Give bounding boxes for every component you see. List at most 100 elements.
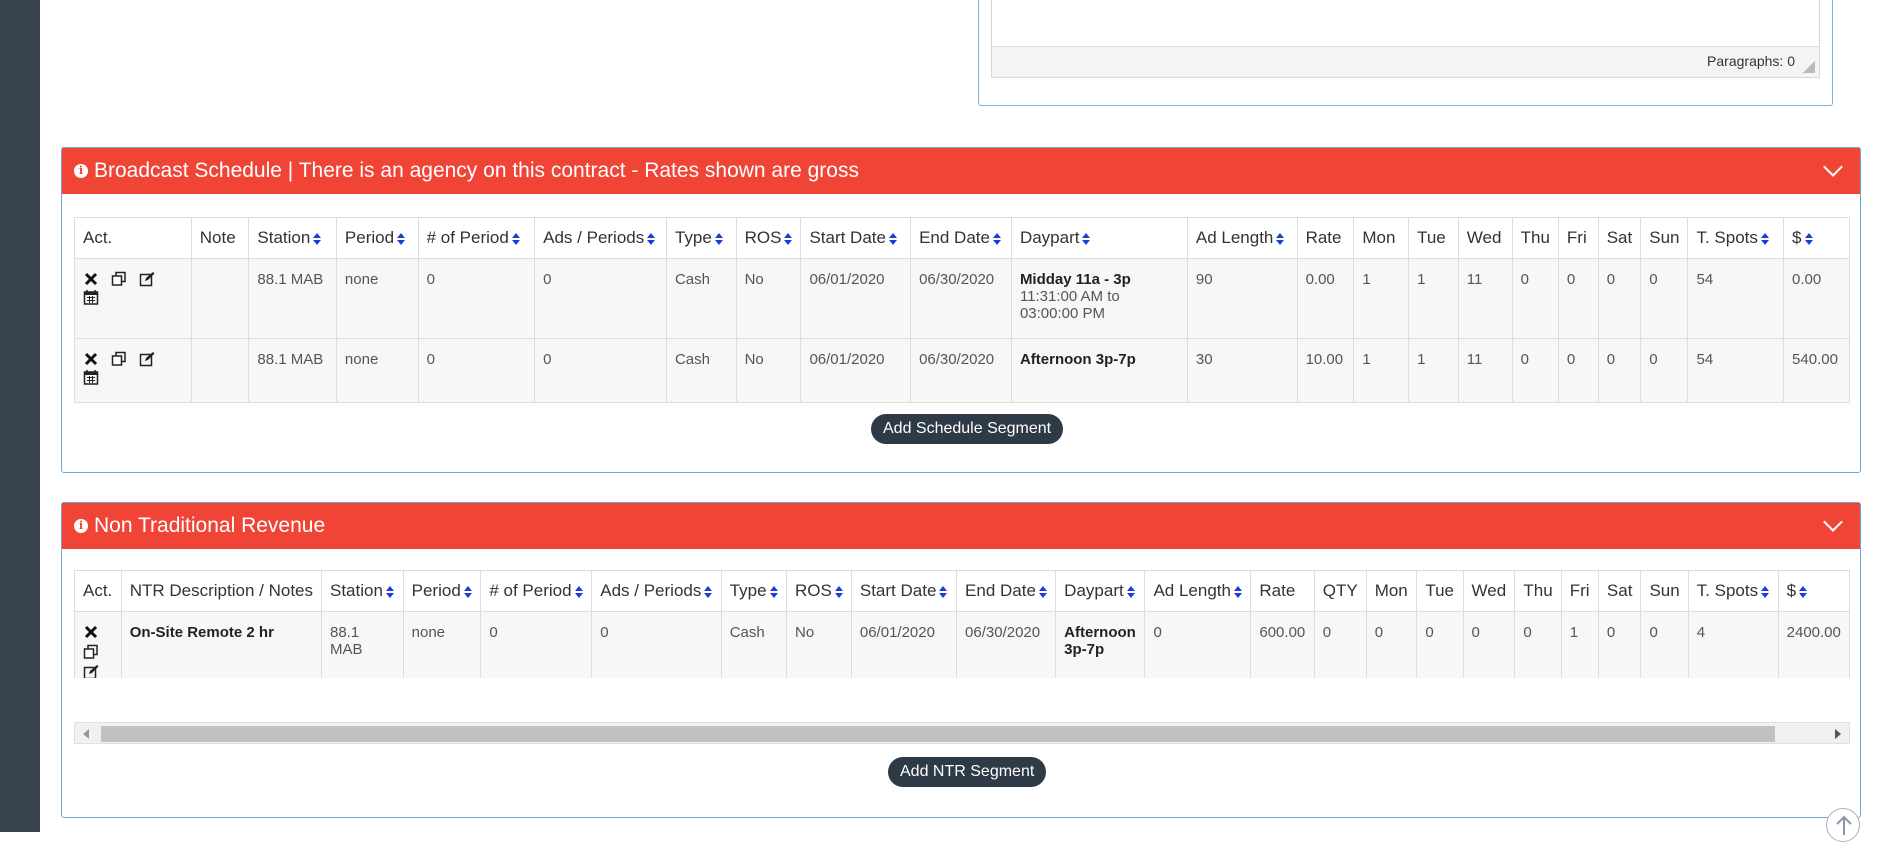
chevron-down-icon[interactable] [1823,512,1843,532]
scroll-right-icon[interactable] [1835,729,1841,739]
sort-icon[interactable] [992,232,1001,245]
edit-icon[interactable] [139,271,155,287]
times-icon[interactable] [83,351,99,367]
scrollbar-thumb[interactable] [101,726,1775,742]
sort-icon[interactable] [1276,232,1285,245]
col-header-type[interactable]: Type [720,570,788,612]
broadcast-table-wrap: Act. Note Station Period # of Period Ads… [74,217,1850,403]
cell-thu: 0 [1514,611,1562,678]
edit-icon[interactable] [83,664,99,678]
cell-sun: 0 [1640,338,1689,403]
col-header-period[interactable]: Period [402,570,482,612]
ntr-header[interactable]: i Non Traditional Revenue [62,503,1860,549]
col-header-ads-periods[interactable]: Ads / Periods [591,570,722,612]
sort-icon[interactable] [511,232,520,245]
sort-icon[interactable] [888,232,897,245]
col-header-amount[interactable]: $ [1777,570,1850,612]
sort-icon[interactable] [939,585,948,598]
col-header-t-spots[interactable]: T. Spots [1687,570,1779,612]
ntr-panel: i Non Traditional Revenue Act. NTR Descr… [61,502,1861,818]
col-header-num-period[interactable]: # of Period [480,570,593,612]
cell-thu: 0 [1511,338,1559,403]
col-header-amount[interactable]: $ [1783,217,1850,259]
add-schedule-segment-button[interactable]: Add Schedule Segment [871,414,1064,444]
sort-icon[interactable] [385,585,394,598]
sort-icon[interactable] [1760,232,1769,245]
col-header-ros[interactable]: ROS [735,217,802,259]
col-header-station[interactable]: Station [321,570,404,612]
sort-icon[interactable] [1804,232,1813,245]
broadcast-schedule-header[interactable]: i Broadcast Schedule | There is an agenc… [62,148,1860,194]
sort-icon[interactable] [1233,585,1242,598]
paragraph-count: Paragraphs: 0 [1707,53,1795,69]
sort-icon[interactable] [704,585,713,598]
edit-icon[interactable] [139,351,155,367]
sort-icon[interactable] [397,232,406,245]
copy-icon[interactable] [111,351,127,367]
col-header-station[interactable]: Station [248,217,337,259]
times-icon[interactable] [83,624,99,640]
left-sidebar [0,0,40,832]
sort-icon[interactable] [784,232,793,245]
editor-content-area[interactable]: Paragraphs: 0 [991,0,1820,78]
cell-sat: 0 [1597,611,1642,678]
cell-description: On-Site Remote 2 hr [120,611,323,678]
col-header-end-date[interactable]: End Date [910,217,1012,259]
col-header-tue: Tue [1408,217,1459,259]
col-header-type[interactable]: Type [665,217,737,259]
times-icon[interactable] [83,271,99,287]
col-header-wed: Wed [1457,217,1513,259]
cell-sun: 0 [1640,258,1689,339]
cell-ad-length: 30 [1186,338,1298,403]
cell-end-date: 06/30/2020 [956,611,1057,678]
cell-ads-periods: 0 [591,611,722,678]
sort-icon[interactable] [647,232,656,245]
calendar-icon[interactable] [83,369,99,385]
cell-station: 88.1 MAB [321,611,404,678]
cell-end-date: 06/30/2020 [910,338,1012,403]
col-header-end-date[interactable]: End Date [956,570,1057,612]
col-header-ad-length[interactable]: Ad Length [1144,570,1252,612]
sort-icon[interactable] [1038,585,1047,598]
sort-icon[interactable] [1761,585,1770,598]
col-header-ad-length[interactable]: Ad Length [1186,217,1298,259]
sort-icon[interactable] [313,232,322,245]
table-row: 88.1 MAB none 0 0 Cash No 06/01/2020 06/… [74,338,1850,403]
table-row: On-Site Remote 2 hr 88.1 MAB none 0 0 Ca… [74,611,1850,678]
col-header-t-spots[interactable]: T. Spots [1687,217,1785,259]
sort-icon[interactable] [574,585,583,598]
cell-mon: 1 [1353,338,1410,403]
chevron-down-icon[interactable] [1823,157,1843,177]
cell-ros: No [786,611,852,678]
cell-start-date: 06/01/2020 [800,258,912,339]
col-header-ros[interactable]: ROS [786,570,852,612]
sort-icon[interactable] [1126,585,1135,598]
arrow-up-circle-icon[interactable] [1826,808,1860,842]
col-header-ads-periods[interactable]: Ads / Periods [534,217,667,259]
resize-grip-icon[interactable] [1803,61,1815,73]
copy-icon[interactable] [83,644,99,660]
copy-icon[interactable] [111,271,127,287]
col-header-sun: Sun [1640,570,1689,612]
col-header-start-date[interactable]: Start Date [850,570,958,612]
scroll-left-icon[interactable] [83,729,89,739]
add-ntr-segment-button[interactable]: Add NTR Segment [888,757,1047,787]
sort-icon[interactable] [834,585,843,598]
col-header-daypart[interactable]: Daypart [1010,217,1188,259]
cell-sun: 0 [1640,611,1689,678]
col-header-period[interactable]: Period [335,217,419,259]
cell-note [190,338,250,403]
col-header-num-period[interactable]: # of Period [417,217,536,259]
cell-qty: 0 [1313,611,1367,678]
broadcast-schedule-table: Act. Note Station Period # of Period Ads… [74,217,1850,403]
col-header-daypart[interactable]: Daypart [1055,570,1146,612]
col-header-note: Note [190,217,250,259]
sort-icon[interactable] [769,585,778,598]
sort-icon[interactable] [1799,585,1808,598]
col-header-start-date[interactable]: Start Date [800,217,912,259]
sort-icon[interactable] [714,232,723,245]
sort-icon[interactable] [463,585,472,598]
horizontal-scrollbar[interactable] [74,722,1850,744]
calendar-icon[interactable] [83,289,99,305]
sort-icon[interactable] [1082,232,1091,245]
